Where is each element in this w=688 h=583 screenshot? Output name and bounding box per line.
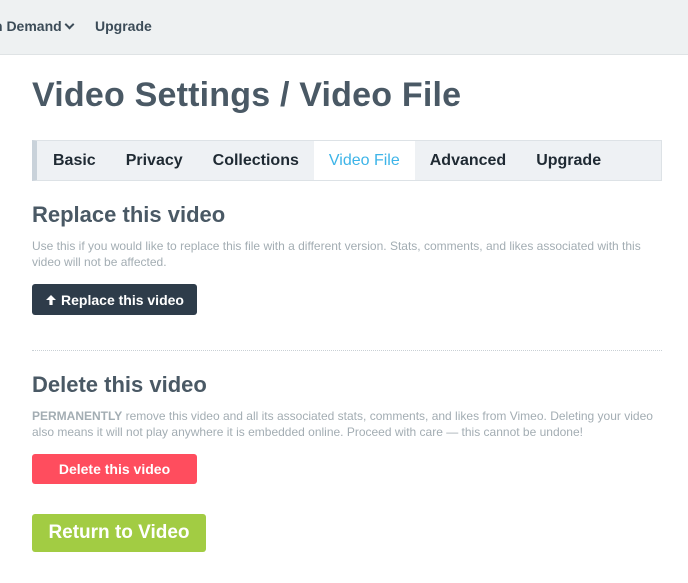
tab-basic[interactable]: Basic	[37, 141, 111, 180]
replace-description: Use this if you would like to replace th…	[32, 239, 641, 269]
replace-section-title: Replace this video	[32, 202, 226, 227]
nav-on-demand[interactable]: n Demand	[0, 18, 75, 34]
replace-video-button[interactable]: Replace this video	[32, 284, 197, 315]
delete-section-title: Delete this video	[32, 372, 207, 397]
settings-tabs: Basic Privacy Collections Video File Adv…	[32, 140, 662, 181]
section-divider	[32, 350, 662, 351]
delete-warning-emphasis: PERMANENTLY	[32, 409, 123, 423]
replace-video-button-label: Replace this video	[61, 291, 184, 308]
tab-advanced[interactable]: Advanced	[415, 141, 521, 180]
return-to-video-button[interactable]: Return to Video	[32, 514, 206, 552]
delete-description: PERMANENTLY remove this video and all it…	[32, 408, 664, 440]
delete-description-text: remove this video and all its associated…	[32, 409, 653, 439]
page-title: Video Settings / Video File	[32, 76, 462, 114]
nav-upgrade[interactable]: Upgrade	[95, 18, 152, 34]
arrow-up-icon	[46, 294, 57, 305]
tab-collections[interactable]: Collections	[198, 141, 314, 180]
tab-video-file[interactable]: Video File	[313, 141, 415, 180]
tab-upgrade[interactable]: Upgrade	[521, 141, 616, 180]
nav-on-demand-label: n Demand	[0, 18, 62, 34]
chevron-down-icon	[64, 19, 75, 30]
delete-video-button[interactable]: Delete this video	[32, 454, 197, 484]
top-navigation: n Demand Upgrade	[0, 0, 688, 55]
tab-privacy[interactable]: Privacy	[111, 141, 198, 180]
